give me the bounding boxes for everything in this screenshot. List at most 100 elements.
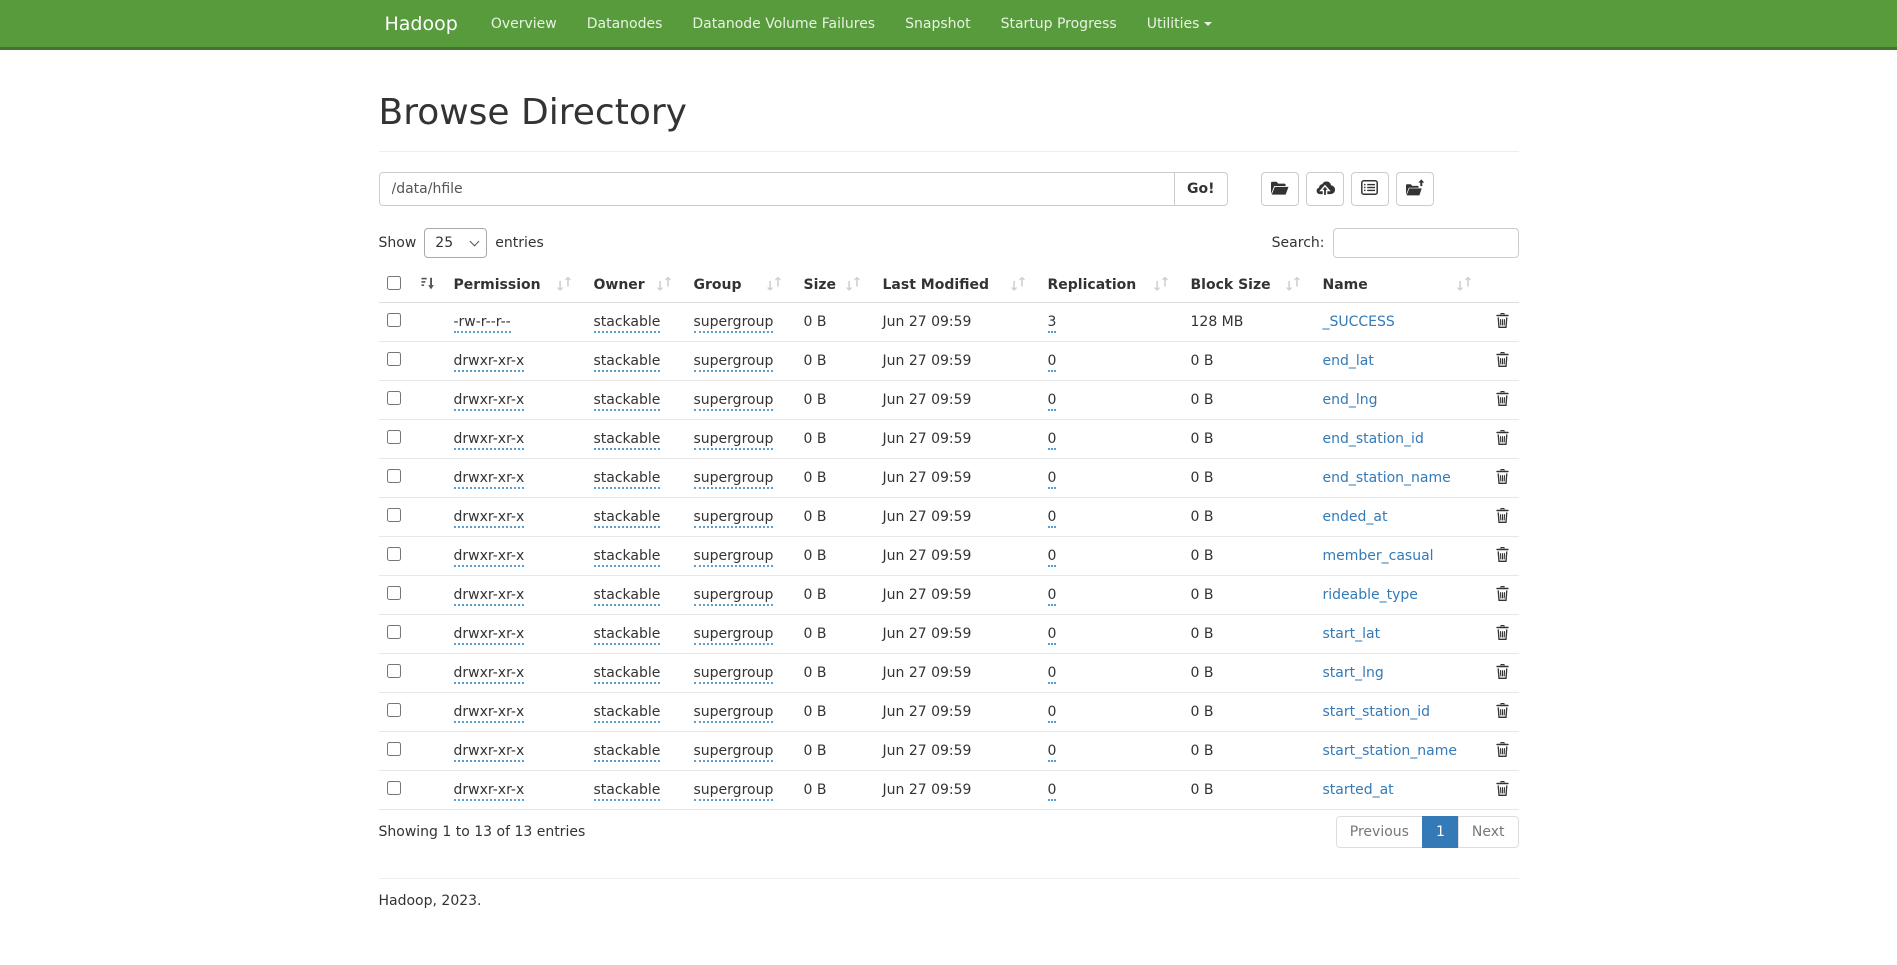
delete-button[interactable] [1496, 430, 1509, 448]
row-checkbox[interactable] [387, 625, 401, 639]
group-value[interactable]: supergroup [694, 587, 774, 606]
header-name[interactable]: Name↓↑ [1315, 268, 1486, 303]
delete-button[interactable] [1496, 352, 1509, 370]
cut-paste-button[interactable] [1351, 172, 1389, 206]
permission-value[interactable]: -rw-r--r-- [454, 314, 511, 333]
replication-value[interactable]: 0 [1048, 587, 1057, 606]
group-value[interactable]: supergroup [694, 782, 774, 801]
owner-value[interactable]: stackable [594, 587, 661, 606]
file-name-link[interactable]: start_lat [1323, 626, 1381, 642]
file-name-link[interactable]: end_station_name [1323, 470, 1451, 486]
next-button[interactable]: Next [1458, 816, 1519, 848]
owner-value[interactable]: stackable [594, 665, 661, 684]
directory-path-input[interactable] [379, 172, 1175, 206]
owner-value[interactable]: stackable [594, 353, 661, 372]
header-last-modified[interactable]: Last Modified↓↑ [875, 268, 1040, 303]
row-checkbox[interactable] [387, 547, 401, 561]
delete-button[interactable] [1496, 664, 1509, 682]
row-checkbox[interactable] [387, 508, 401, 522]
delete-button[interactable] [1496, 391, 1509, 409]
owner-value[interactable]: stackable [594, 392, 661, 411]
row-checkbox[interactable] [387, 781, 401, 795]
nav-item-startup-progress[interactable]: Startup Progress [986, 1, 1132, 47]
move-button[interactable] [1396, 172, 1434, 206]
owner-value[interactable]: stackable [594, 548, 661, 567]
permission-value[interactable]: drwxr-xr-x [454, 782, 525, 801]
delete-button[interactable] [1496, 547, 1509, 565]
permission-value[interactable]: drwxr-xr-x [454, 665, 525, 684]
header-block-size[interactable]: Block Size↓↑ [1183, 268, 1315, 303]
nav-item-datanodes[interactable]: Datanodes [572, 1, 678, 47]
go-button[interactable]: Go! [1174, 172, 1228, 206]
group-value[interactable]: supergroup [694, 626, 774, 645]
page-size-select[interactable]: 25 [424, 228, 487, 258]
permission-value[interactable]: drwxr-xr-x [454, 431, 525, 450]
replication-value[interactable]: 0 [1048, 392, 1057, 411]
delete-button[interactable] [1496, 625, 1509, 643]
owner-value[interactable]: stackable [594, 743, 661, 762]
permission-value[interactable]: drwxr-xr-x [454, 392, 525, 411]
group-value[interactable]: supergroup [694, 314, 774, 333]
row-checkbox[interactable] [387, 313, 401, 327]
owner-value[interactable]: stackable [594, 782, 661, 801]
permission-value[interactable]: drwxr-xr-x [454, 743, 525, 762]
permission-value[interactable]: drwxr-xr-x [454, 626, 525, 645]
header-group[interactable]: Group↓↑ [686, 268, 796, 303]
group-value[interactable]: supergroup [694, 392, 774, 411]
brand-hadoop[interactable]: Hadoop [385, 13, 458, 35]
owner-value[interactable]: stackable [594, 509, 661, 528]
file-name-link[interactable]: ended_at [1323, 509, 1388, 525]
header-permission[interactable]: Permission↓↑ [446, 268, 586, 303]
replication-value[interactable]: 0 [1048, 626, 1057, 645]
row-checkbox[interactable] [387, 469, 401, 483]
file-name-link[interactable]: end_lat [1323, 353, 1374, 369]
upload-files-button[interactable] [1306, 172, 1344, 206]
file-name-link[interactable]: start_station_name [1323, 743, 1458, 759]
row-checkbox[interactable] [387, 664, 401, 678]
owner-value[interactable]: stackable [594, 470, 661, 489]
nav-item-overview[interactable]: Overview [476, 1, 572, 47]
nav-item-utilities[interactable]: Utilities [1132, 1, 1228, 47]
nav-item-datanode-volume-failures[interactable]: Datanode Volume Failures [677, 1, 890, 47]
select-all-checkbox[interactable] [387, 276, 401, 290]
file-name-link[interactable]: end_station_id [1323, 431, 1424, 447]
group-value[interactable]: supergroup [694, 509, 774, 528]
previous-button[interactable]: Previous [1336, 816, 1423, 848]
nav-item-snapshot[interactable]: Snapshot [890, 1, 985, 47]
delete-button[interactable] [1496, 469, 1509, 487]
row-checkbox[interactable] [387, 430, 401, 444]
group-value[interactable]: supergroup [694, 548, 774, 567]
create-directory-button[interactable] [1261, 172, 1299, 206]
file-name-link[interactable]: start_station_id [1323, 704, 1431, 720]
file-name-link[interactable]: end_lng [1323, 392, 1378, 408]
replication-value[interactable]: 0 [1048, 548, 1057, 567]
owner-value[interactable]: stackable [594, 314, 661, 333]
permission-value[interactable]: drwxr-xr-x [454, 509, 525, 528]
replication-value[interactable]: 0 [1048, 353, 1057, 372]
permission-value[interactable]: drwxr-xr-x [454, 353, 525, 372]
row-checkbox[interactable] [387, 391, 401, 405]
header-size[interactable]: Size↓↑ [796, 268, 875, 303]
permission-value[interactable]: drwxr-xr-x [454, 470, 525, 489]
delete-button[interactable] [1496, 313, 1509, 331]
delete-button[interactable] [1496, 586, 1509, 604]
replication-value[interactable]: 0 [1048, 431, 1057, 450]
row-checkbox[interactable] [387, 586, 401, 600]
select-all-header[interactable] [379, 268, 446, 303]
owner-value[interactable]: stackable [594, 626, 661, 645]
replication-value[interactable]: 3 [1048, 314, 1057, 333]
replication-value[interactable]: 0 [1048, 470, 1057, 489]
replication-value[interactable]: 0 [1048, 509, 1057, 528]
owner-value[interactable]: stackable [594, 431, 661, 450]
replication-value[interactable]: 0 [1048, 782, 1057, 801]
file-name-link[interactable]: _SUCCESS [1323, 314, 1395, 330]
group-value[interactable]: supergroup [694, 353, 774, 372]
replication-value[interactable]: 0 [1048, 665, 1057, 684]
replication-value[interactable]: 0 [1048, 743, 1057, 762]
group-value[interactable]: supergroup [694, 743, 774, 762]
owner-value[interactable]: stackable [594, 704, 661, 723]
page-1-button[interactable]: 1 [1422, 816, 1459, 848]
header-replication[interactable]: Replication↓↑ [1040, 268, 1183, 303]
file-name-link[interactable]: rideable_type [1323, 587, 1418, 603]
row-checkbox[interactable] [387, 352, 401, 366]
